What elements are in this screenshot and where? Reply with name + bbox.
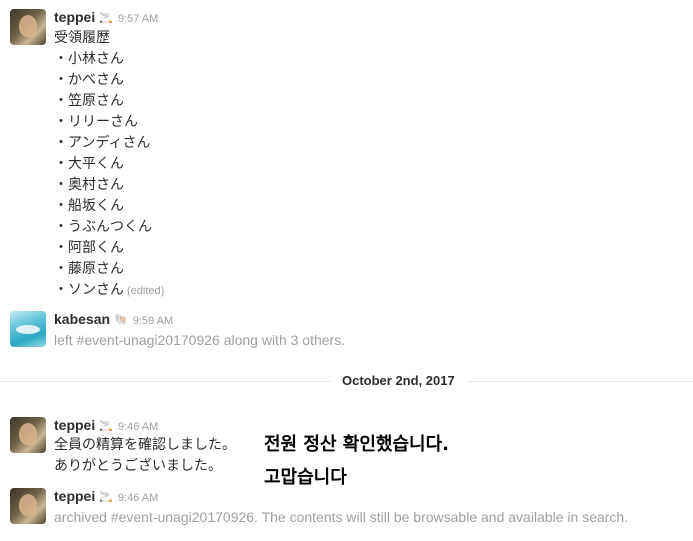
message-line-text: ・ソンさん bbox=[54, 281, 124, 297]
translation-annotation-line2: 고맙습니다 bbox=[264, 467, 347, 488]
message-line: 全員の精算を確認しました。 bbox=[54, 436, 236, 452]
status-emoji-icon: 🚬 bbox=[99, 12, 113, 24]
message-line: ありがとうございました。 bbox=[54, 457, 222, 473]
timestamp[interactable]: 9:59 AM bbox=[133, 315, 173, 327]
status-emoji-icon: 🚬 bbox=[99, 420, 113, 432]
message-line: 受領履歴 bbox=[54, 29, 110, 45]
message-line-last: ・ソンさん (edited) bbox=[54, 279, 164, 302]
edited-label: (edited) bbox=[127, 285, 165, 297]
message-line: ・小林さん bbox=[54, 50, 124, 66]
message-header: teppei 🚬 9:46 AM bbox=[54, 486, 158, 506]
message-line: ・リリーさん bbox=[54, 113, 138, 129]
avatar[interactable] bbox=[10, 417, 46, 453]
avatar[interactable] bbox=[10, 311, 46, 347]
message-line: ・奥村さん bbox=[54, 176, 124, 192]
message-line: ・かべさん bbox=[54, 71, 124, 87]
message-header: teppei 🚬 9:57 AM bbox=[54, 7, 158, 27]
system-message: left #event-unagi20170926 along with 3 o… bbox=[54, 332, 346, 348]
status-emoji-icon: 🚬 bbox=[99, 491, 113, 503]
avatar[interactable] bbox=[10, 9, 46, 45]
status-emoji-icon: 🐚 bbox=[114, 314, 128, 326]
message-line: ・アンディさん bbox=[54, 134, 151, 150]
message-line: ・うぶんつくん bbox=[54, 218, 152, 234]
author-name[interactable]: teppei bbox=[54, 417, 95, 433]
message-line: ・藤原さん bbox=[54, 260, 124, 276]
message-line: ・船坂くん bbox=[54, 197, 124, 213]
timestamp[interactable]: 9:57 AM bbox=[118, 13, 158, 25]
day-divider-label[interactable]: October 2nd, 2017 bbox=[330, 371, 467, 391]
author-name[interactable]: kabesan bbox=[54, 311, 110, 327]
message-line: ・笠原さん bbox=[54, 92, 124, 108]
message-header: teppei 🚬 9:46 AM bbox=[54, 415, 158, 435]
author-name[interactable]: teppei bbox=[54, 488, 95, 504]
message-line: ・阿部くん bbox=[54, 239, 124, 255]
author-name[interactable]: teppei bbox=[54, 9, 95, 25]
message-line: ・大平くん bbox=[54, 155, 124, 171]
message-header: kabesan 🐚 9:59 AM bbox=[54, 309, 173, 329]
system-message: archived #event-unagi20170926. The conte… bbox=[54, 509, 629, 525]
timestamp[interactable]: 9:46 AM bbox=[118, 492, 158, 504]
timestamp[interactable]: 9:46 AM bbox=[118, 421, 158, 433]
translation-annotation-line1: 전원 정산 확인했습니다. bbox=[264, 434, 449, 455]
avatar[interactable] bbox=[10, 488, 46, 524]
